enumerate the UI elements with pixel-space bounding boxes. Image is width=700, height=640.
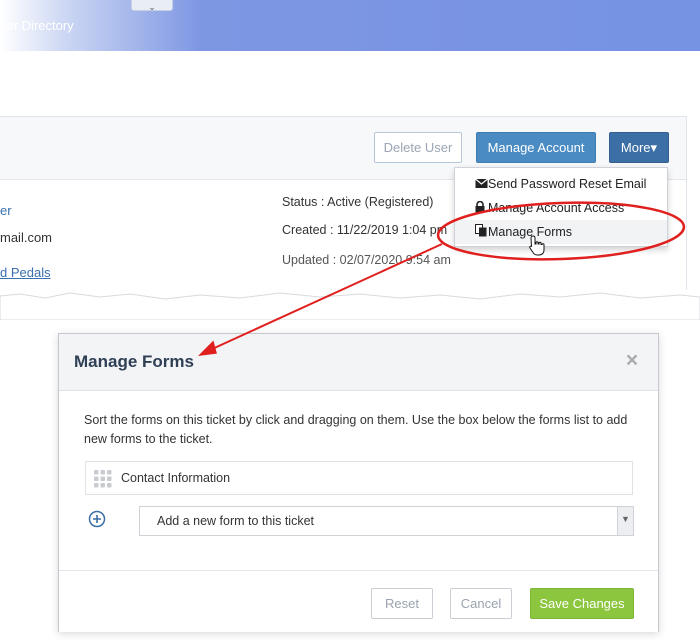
user-name-link[interactable]: er — [0, 203, 12, 218]
created-date: Created : 11/22/2019 1:04 pm — [282, 223, 448, 237]
select-chevron-down-icon[interactable]: ▼ — [617, 507, 633, 535]
cancel-button[interactable]: Cancel — [450, 588, 512, 619]
form-list-item[interactable]: Contact Information — [85, 461, 633, 495]
save-changes-button[interactable]: Save Changes — [530, 588, 634, 619]
chevron-down-icon: ⌄ — [148, 2, 156, 12]
add-form-select[interactable]: Add a new form to this ticket ▼ — [139, 506, 634, 536]
status-text: Status : Active (Registered) — [282, 195, 434, 209]
envelope-icon — [475, 172, 489, 196]
modal-header: Manage Forms × — [59, 334, 658, 391]
menu-item-send-password-reset[interactable]: Send Password Reset Email — [455, 172, 667, 196]
torn-edge-divider — [0, 290, 700, 320]
lock-icon — [475, 196, 489, 220]
manage-forms-modal: Manage Forms × Sort the forms on this ti… — [58, 333, 659, 632]
close-icon[interactable]: × — [622, 350, 642, 371]
copy-icon — [475, 220, 489, 244]
top-header: ser Directory ⌄ — [0, 0, 700, 51]
more-button[interactable]: More▾ — [609, 132, 669, 163]
drag-handle-icon[interactable] — [94, 470, 112, 488]
reset-button[interactable]: Reset — [371, 588, 433, 619]
more-dropdown-menu: Send Password Reset Email Manage Account… — [454, 167, 668, 247]
modal-description: Sort the forms on this ticket by click a… — [84, 413, 628, 446]
modal-title: Manage Forms — [74, 352, 194, 371]
updated-date: Updated : 02/07/2020 9:54 am — [282, 253, 451, 267]
page-title: ser Directory — [0, 18, 74, 33]
manage-account-button[interactable]: Manage Account — [476, 132, 596, 163]
user-organization-link[interactable]: d Pedals — [0, 265, 51, 280]
header-dropdown-toggle[interactable]: ⌄ — [131, 0, 173, 12]
delete-user-button[interactable]: Delete User — [374, 132, 462, 163]
add-form-select-value: Add a new form to this ticket — [157, 514, 315, 528]
user-email: mail.com — [0, 230, 53, 245]
modal-footer: Reset Cancel Save Changes — [59, 570, 658, 632]
menu-item-manage-forms[interactable]: Manage Forms — [455, 220, 667, 244]
menu-item-manage-account-access[interactable]: Manage Account Access — [455, 196, 667, 220]
add-circle-icon[interactable] — [88, 510, 106, 528]
form-name: Contact Information — [121, 471, 231, 485]
